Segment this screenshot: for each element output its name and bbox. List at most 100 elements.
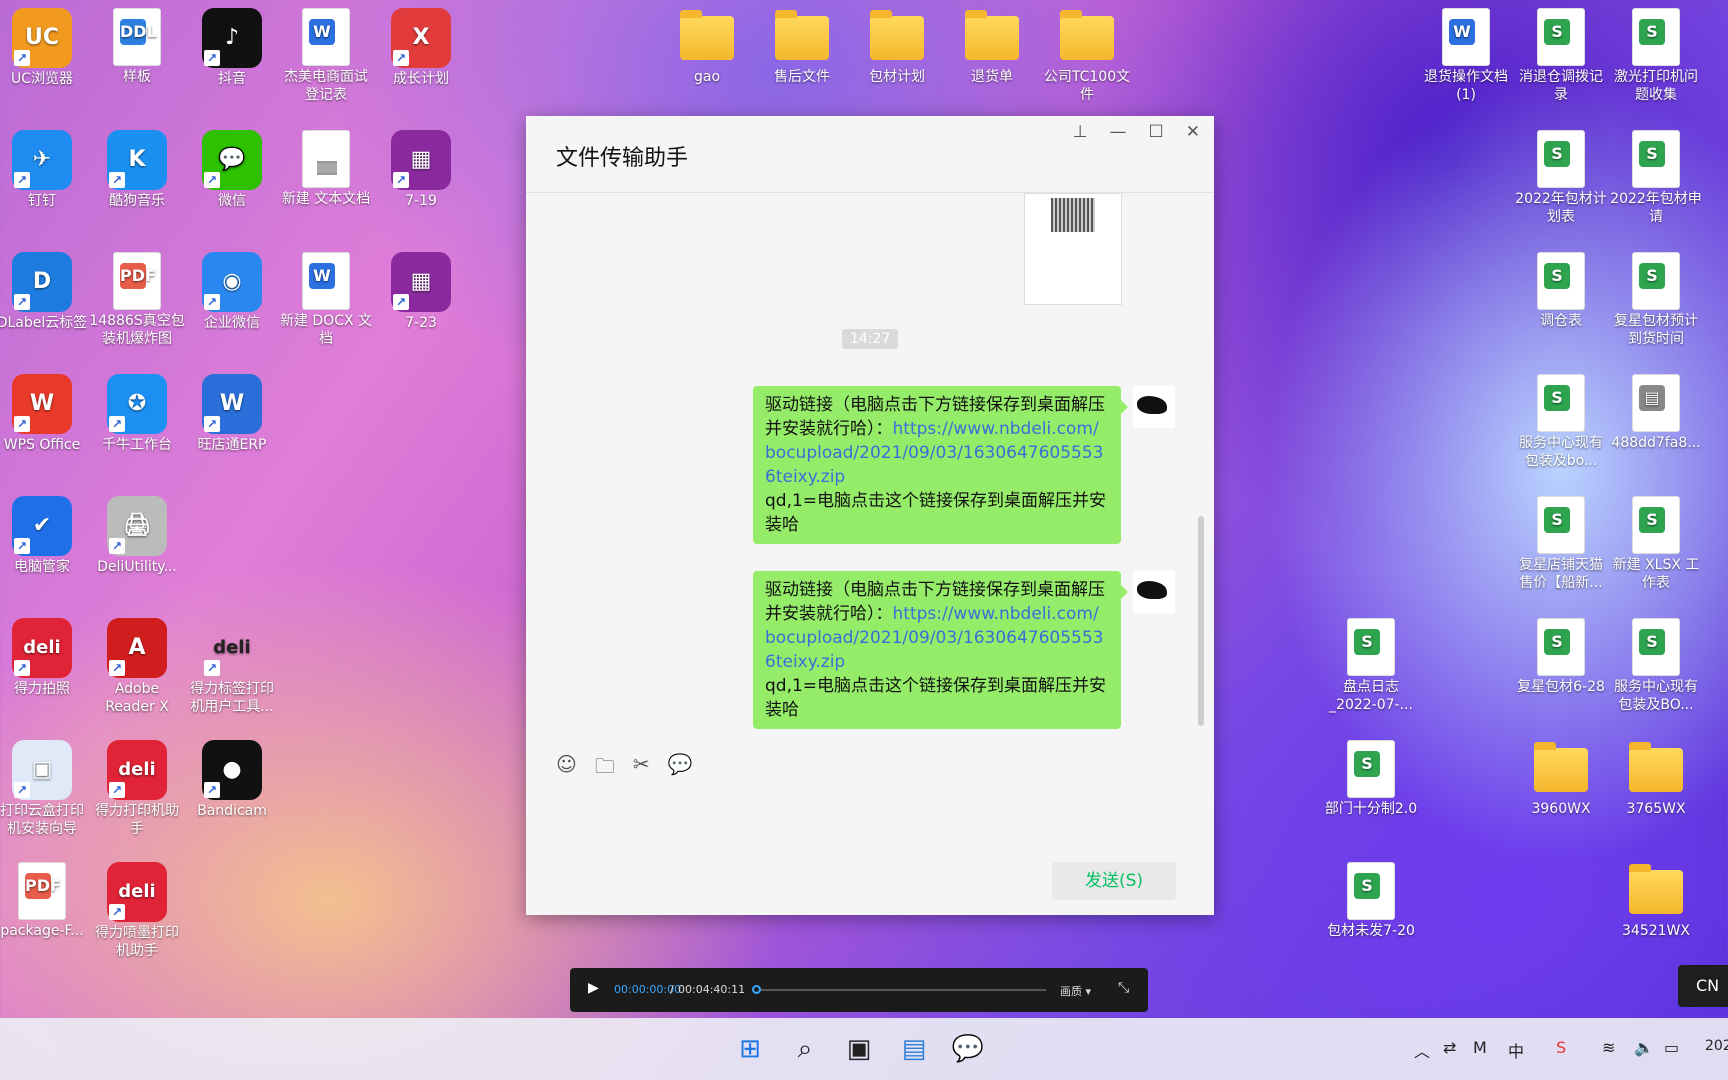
winrar-icon: ▦ ↗ — [391, 130, 451, 190]
avatar[interactable] — [1133, 571, 1175, 613]
close-icon[interactable]: ✕ — [1186, 122, 1200, 142]
desktop-icon[interactable]: ♪ ↗ 抖音 — [184, 4, 280, 88]
desktop-icon[interactable]: S 复星包材预计到货时间 — [1608, 248, 1704, 348]
desktop-icon[interactable]: ✔ ↗ 电脑管家 — [0, 492, 90, 576]
desktop-icon[interactable]: 包材计划 — [849, 4, 945, 86]
media-icon[interactable]: M — [1473, 1038, 1487, 1057]
desktop-icon[interactable]: ▦ ↗ 7-19 — [373, 126, 469, 210]
seek-knob[interactable] — [752, 985, 761, 994]
spreadsheet-icon: S — [1537, 8, 1585, 66]
chat-history-icon[interactable]: 💬 — [668, 752, 693, 786]
message-bubble[interactable]: 驱动链接（电脑点击下方链接保存到桌面解压并安装就行哈）：https://www.… — [753, 571, 1128, 729]
shortcut-arrow-icon: ↗ — [109, 782, 125, 798]
clock[interactable]: 202 — [1705, 1038, 1728, 1054]
desktop-icon[interactable]: 💬 ↗ 微信 — [184, 126, 280, 210]
desktop-icon[interactable]: S 复星店铺天猫售价【船新... — [1513, 492, 1609, 592]
folder-icon[interactable]: 🗀 — [595, 752, 615, 786]
spreadsheet-icon: S — [1347, 740, 1395, 798]
desktop-icon[interactable]: DDL 样板 — [89, 4, 185, 86]
message-bubble[interactable]: 驱动链接（电脑点击下方链接保存到桌面解压并安装就行哈）：https://www.… — [753, 386, 1128, 544]
desktop-icon[interactable]: 3765WX — [1608, 736, 1704, 818]
chevron-up-icon[interactable]: ︿ — [1414, 1038, 1430, 1062]
sliders-icon[interactable]: ⇄ — [1443, 1038, 1456, 1057]
desktop-icon[interactable]: PDF package-F... — [0, 858, 90, 940]
wechat-icon[interactable]: 💬 — [951, 1032, 985, 1066]
desktop-icon[interactable]: A ↗ Adobe Reader X — [89, 614, 185, 716]
desktop-icon[interactable]: S 包材未发7-20 — [1323, 858, 1419, 940]
pin-icon[interactable]: ⊥ — [1073, 122, 1088, 142]
scrollbar[interactable] — [1198, 516, 1204, 726]
desktop-icon[interactable]: ✈ ↗ 钉钉 — [0, 126, 90, 210]
desktop-icon[interactable]: 🖨 ↗ DeliUtility... — [89, 492, 185, 576]
control-panel-icon[interactable]: ▤ — [897, 1032, 931, 1066]
desktop-icon[interactable]: PDF 14886S真空包装机爆炸图 — [89, 248, 185, 348]
search-icon[interactable]: ⌕ — [788, 1032, 822, 1066]
qr-code-image — [1051, 198, 1095, 232]
desktop-icon[interactable]: ✪ ↗ 千牛工作台 — [89, 370, 185, 454]
image-message-thumbnail[interactable] — [1024, 193, 1122, 305]
message-list[interactable]: 14:27 驱动链接（电脑点击下方链接保存到桌面解压并安装就行哈）：https:… — [526, 193, 1214, 733]
ime-icon[interactable]: 中 — [1508, 1038, 1524, 1062]
desktop-icon[interactable]: S 新建 XLSX 工作表 — [1608, 492, 1704, 592]
quality-dropdown[interactable]: 画质 ▾ — [1060, 983, 1091, 999]
desktop-icon[interactable]: 退货单 — [944, 4, 1040, 86]
spreadsheet-icon: S — [1632, 618, 1680, 676]
shortcut-arrow-icon: ↗ — [14, 172, 30, 188]
desktop-icon[interactable]: 售后文件 — [754, 4, 850, 86]
collapse-icon[interactable]: ⤡ — [1118, 980, 1129, 996]
desktop-icon[interactable]: S 复星包材6-28 — [1513, 614, 1609, 696]
desktop-icon[interactable]: 新建 文本文档 — [278, 126, 374, 208]
desktop-icon[interactable]: W ↗ WPS Office — [0, 370, 90, 454]
wps-tray-icon[interactable]: S — [1556, 1038, 1566, 1057]
desktop-icon[interactable]: W 退货操作文档(1) — [1418, 4, 1514, 104]
wifi-icon[interactable]: ≋ — [1602, 1038, 1615, 1057]
desktop-icon[interactable]: S 2022年包材计划表 — [1513, 126, 1609, 226]
desktop-icon[interactable]: 3960WX — [1513, 736, 1609, 818]
scissors-icon[interactable]: ✂ — [633, 752, 650, 786]
winrar-icon: ▦ ↗ — [391, 252, 451, 312]
task-view-icon[interactable]: ▣ — [842, 1032, 876, 1066]
desktop-icon[interactable]: ◉ ↗ 企业微信 — [184, 248, 280, 332]
desktop-icon[interactable]: W 新建 DOCX 文档 — [278, 248, 374, 348]
chat-window[interactable]: 文件传输助手 ⊥ — ☐ ✕ 14:27 驱动链接（电脑点击下方链接保存到桌面解… — [526, 116, 1214, 915]
desktop-icon[interactable]: 34521WX — [1608, 858, 1704, 940]
desktop-icon[interactable]: S 消退仓调拨记录 — [1513, 4, 1609, 104]
desktop-icon[interactable]: ▣ ↗ 打印云盒打印机安装向导 — [0, 736, 90, 838]
seek-track[interactable] — [756, 989, 1046, 991]
desktop-icon[interactable]: 公司TC100文件 — [1039, 4, 1135, 104]
desktop-icon[interactable]: deli ↗ 得力打印机助手 — [89, 736, 185, 838]
desktop-icon[interactable]: S 部门十分制2.0 — [1323, 736, 1419, 818]
desktop-icon[interactable]: S 激光打印机问题收集 — [1608, 4, 1704, 104]
desktop-icon[interactable]: W ↗ 旺店通ERP — [184, 370, 280, 454]
avatar[interactable] — [1133, 386, 1175, 428]
desktop-icon[interactable]: deli ↗ 得力喷墨打印机助手 — [89, 858, 185, 960]
desktop-icon[interactable]: UC ↗ UC浏览器 — [0, 4, 90, 88]
media-player-bar[interactable]: ▶ 00:00:00:00 / 00:04:40:11 画质 ▾ ⤡ — [570, 968, 1148, 1012]
minimize-icon[interactable]: — — [1110, 122, 1127, 142]
play-icon[interactable]: ▶ — [588, 980, 599, 996]
desktop-icon[interactable]: S 服务中心现有包装及bo... — [1513, 370, 1609, 470]
battery-icon[interactable]: ▭ — [1664, 1038, 1679, 1057]
desktop-icon[interactable]: S 服务中心现有包装及BO... — [1608, 614, 1704, 714]
send-button[interactable]: 发送(S) — [1052, 862, 1176, 900]
desktop-icon[interactable]: ▦ ↗ 7-23 — [373, 248, 469, 332]
desktop-icon[interactable]: ▤ 488dd7fa8... — [1608, 370, 1704, 452]
desktop-icon[interactable]: X ↗ 成长计划 — [373, 4, 469, 88]
desktop-icon[interactable]: K ↗ 酷狗音乐 — [89, 126, 185, 210]
desktop-icon[interactable]: deli ↗ 得力拍照 — [0, 614, 90, 698]
desktop-icon[interactable]: S 2022年包材申请 — [1608, 126, 1704, 226]
desktop-icon[interactable]: W 杰美电商面试登记表 — [278, 4, 374, 104]
windows-start-icon[interactable]: ⊞ — [733, 1032, 767, 1066]
desktop-icon[interactable]: D ↗ DLabel云标签 — [0, 248, 90, 332]
maximize-icon[interactable]: ☐ — [1149, 122, 1164, 142]
ime-indicator[interactable]: CN — [1678, 965, 1728, 1007]
desktop-icon[interactable]: S 调仓表 — [1513, 248, 1609, 330]
volume-icon[interactable]: 🔈 — [1634, 1038, 1654, 1057]
desktop-icon[interactable]: gao — [659, 4, 755, 86]
emoji-icon[interactable]: ☺ — [556, 752, 577, 786]
desktop-icon[interactable]: ● ↗ Bandicam — [184, 736, 280, 820]
desktop-icon[interactable]: deli ↗ 得力标签打印机用户工具... — [184, 614, 280, 716]
wechat-icon: 💬 ↗ — [202, 130, 262, 190]
desktop-icon[interactable]: S 盘点日志_2022-07-... — [1323, 614, 1419, 714]
desktop-icon-label: 千牛工作台 — [102, 437, 172, 453]
